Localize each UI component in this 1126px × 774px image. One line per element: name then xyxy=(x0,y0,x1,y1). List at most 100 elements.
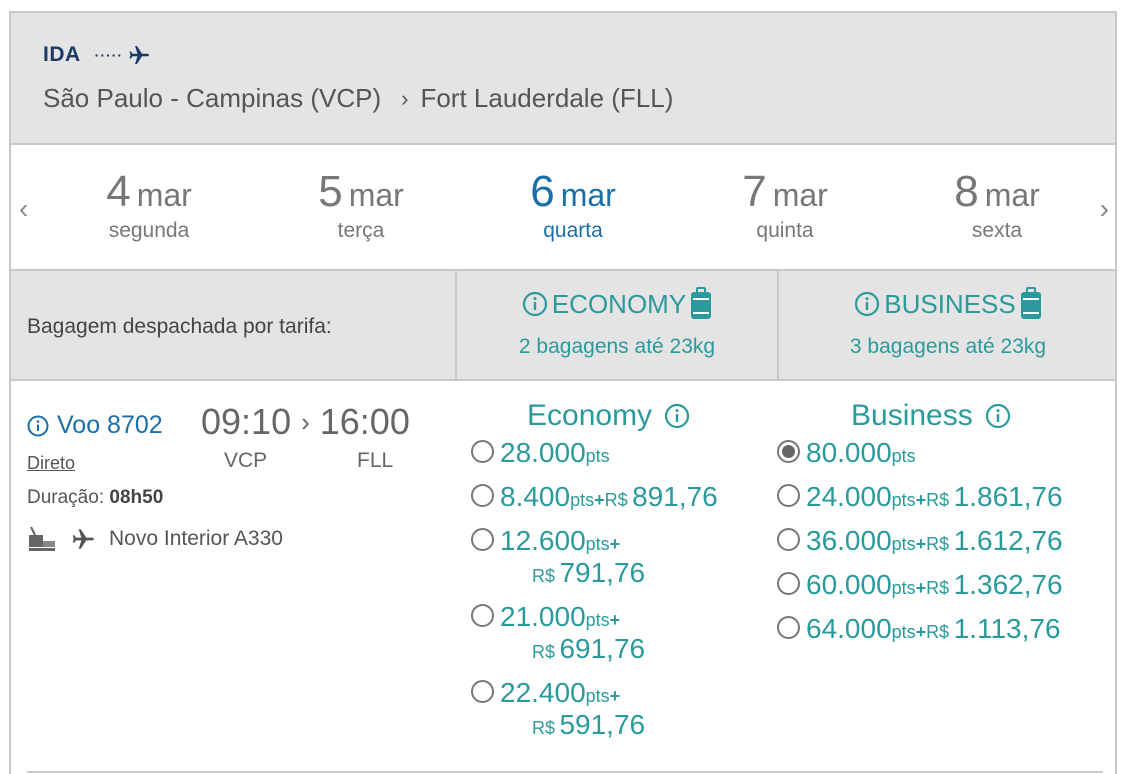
fare-cash: R$ 891,76 xyxy=(604,481,718,512)
economy-fare-option[interactable]: 21.000pts+ R$ 691,76 xyxy=(471,601,718,665)
fare-cash: R$ 1.861,76 xyxy=(926,481,1062,512)
economy-fare-option[interactable]: 8.400pts+R$ 891,76 xyxy=(471,481,718,513)
info-icon xyxy=(27,415,49,436)
fare-cash-value: 1.612,76 xyxy=(953,525,1063,556)
fare-price: 22.400pts+ R$ 591,76 xyxy=(500,677,645,741)
fare-points-unit: pts xyxy=(891,490,916,510)
baggage-row: Bagagem despachada por tarifa: ECONOMY 2… xyxy=(11,271,1115,381)
fare-cash-value: 591,76 xyxy=(559,709,646,740)
fare-points-unit: pts xyxy=(570,490,595,510)
fare-currency: R$ xyxy=(926,622,950,642)
economy-header: Economy xyxy=(527,399,690,433)
flight-number: Voo 8702 xyxy=(57,411,163,439)
baggage-business-desc: 3 bagagens até 23kg xyxy=(849,335,1047,358)
date-option-4-mar[interactable]: 4 mar segunda xyxy=(49,167,249,243)
fare-points: 60.000 xyxy=(806,569,892,600)
date-month: mar xyxy=(560,177,616,213)
route: São Paulo - Campinas (VCP) › Fort Lauder… xyxy=(43,83,673,114)
business-fare-option[interactable]: 80.000pts xyxy=(777,437,1063,469)
radio-button[interactable] xyxy=(471,528,494,551)
destination: Fort Lauderdale (FLL) xyxy=(420,83,674,113)
fare-points-unit: pts xyxy=(585,610,610,630)
flight-number-link[interactable]: Voo 8702 xyxy=(27,411,163,440)
fare-currency: R$ xyxy=(532,718,556,738)
duration: Duração: 08h50 xyxy=(27,487,163,509)
fare-points: 12.600 xyxy=(500,525,586,556)
next-date-button[interactable]: › xyxy=(1100,193,1109,225)
fare-cash: R$ 1.612,76 xyxy=(926,525,1062,556)
business-fare-option[interactable]: 64.000pts+R$ 1.113,76 xyxy=(777,613,1063,645)
date-weekday: segunda xyxy=(108,219,190,242)
economy-fare-option[interactable]: 12.600pts+ R$ 791,76 xyxy=(471,525,718,589)
date-option-7-mar[interactable]: 7 mar quinta xyxy=(685,167,885,243)
radio-button[interactable] xyxy=(471,484,494,507)
origin: São Paulo - Campinas (VCP) xyxy=(43,83,382,113)
date-option-6-mar[interactable]: 6 mar quarta xyxy=(473,167,673,243)
fare-cash: R$ 1.113,76 xyxy=(926,613,1060,644)
date-weekday: quarta xyxy=(543,219,603,242)
radio-button[interactable] xyxy=(777,484,800,507)
info-icon[interactable] xyxy=(985,403,1011,429)
fare-points-unit: pts xyxy=(891,446,916,466)
fare-price: 24.000pts+R$ 1.861,76 xyxy=(806,481,1063,513)
fare-cash-value: 1.362,76 xyxy=(953,569,1063,600)
fare-currency: R$ xyxy=(532,642,556,662)
business-title: Business xyxy=(851,399,973,432)
economy-fare-option[interactable]: 28.000pts xyxy=(471,437,718,469)
business-fare-option[interactable]: 36.000pts+R$ 1.612,76 xyxy=(777,525,1063,557)
fare-price: 28.000pts xyxy=(500,437,610,469)
radio-button[interactable] xyxy=(777,528,800,551)
fare-cash-value: 1.861,76 xyxy=(953,481,1063,512)
date-weekday: sexta xyxy=(971,219,1023,242)
radio-button[interactable] xyxy=(777,616,800,639)
info-icon[interactable] xyxy=(522,291,548,317)
flight-times: 09:10 › 16:00 xyxy=(201,401,410,443)
direction-text: IDA xyxy=(43,43,81,66)
fare-points: 8.400 xyxy=(500,481,571,512)
aircraft-info: Novo Interior A330 xyxy=(27,525,283,553)
date-weekday: quinta xyxy=(756,219,814,242)
radio-button[interactable] xyxy=(471,680,494,703)
fare-plus: + xyxy=(594,490,605,510)
info-icon[interactable] xyxy=(854,291,880,317)
direct-flight-link[interactable]: Direto xyxy=(27,453,75,474)
economy-fare-option[interactable]: 22.400pts+ R$ 591,76 xyxy=(471,677,718,741)
fare-plus: + xyxy=(915,534,927,554)
prev-date-button[interactable]: ‹ xyxy=(19,193,28,225)
fare-price: 64.000pts+R$ 1.113,76 xyxy=(806,613,1061,645)
fare-plus: + xyxy=(915,622,927,642)
route-dots: ····· xyxy=(94,47,123,63)
date-weekday: terça xyxy=(337,219,385,242)
fare-plus: + xyxy=(915,578,927,598)
fare-points: 24.000 xyxy=(806,481,892,512)
date-option-5-mar[interactable]: 5 mar terça xyxy=(261,167,461,243)
fare-plus: + xyxy=(609,686,621,706)
business-fare-option[interactable]: 24.000pts+R$ 1.861,76 xyxy=(777,481,1063,513)
date-day: 8 xyxy=(954,167,979,216)
fare-price: 8.400pts+R$ 891,76 xyxy=(500,481,718,513)
radio-button[interactable] xyxy=(777,440,800,463)
business-header: Business xyxy=(851,399,1011,433)
fare-plus: + xyxy=(915,490,927,510)
fare-cash-value: 891,76 xyxy=(632,481,718,512)
fare-currency: R$ xyxy=(926,534,950,554)
chevron-right-icon: › xyxy=(301,406,310,437)
fare-currency: R$ xyxy=(604,490,628,510)
baggage-economy: ECONOMY 2 bagagens até 23kg xyxy=(455,271,777,379)
business-fare-option[interactable]: 60.000pts+R$ 1.362,76 xyxy=(777,569,1063,601)
fare-points-unit: pts xyxy=(891,578,916,598)
aircraft-name: Novo Interior A330 xyxy=(109,527,283,550)
date-option-8-mar[interactable]: 8 mar sexta xyxy=(897,167,1097,243)
radio-button[interactable] xyxy=(471,604,494,627)
airplane-icon xyxy=(72,529,94,549)
fare-price: 36.000pts+R$ 1.612,76 xyxy=(806,525,1063,557)
fare-currency: R$ xyxy=(926,490,950,510)
fare-points-unit: pts xyxy=(891,622,916,642)
radio-button[interactable] xyxy=(777,572,800,595)
radio-button[interactable] xyxy=(471,440,494,463)
date-day: 6 xyxy=(530,167,555,216)
fare-price: 60.000pts+R$ 1.362,76 xyxy=(806,569,1063,601)
info-icon[interactable] xyxy=(664,403,690,429)
suitcase-icon xyxy=(691,287,712,319)
fare-price: 21.000pts+ R$ 691,76 xyxy=(500,601,645,665)
